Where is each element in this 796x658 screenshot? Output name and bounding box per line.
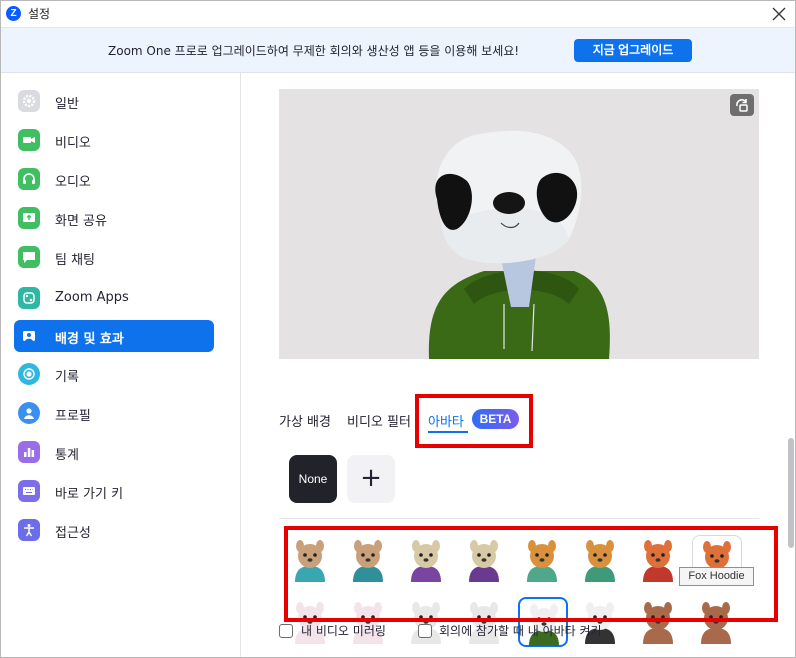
statistics-icon <box>18 441 40 463</box>
sidebar-item-label: 비디오 <box>55 136 91 151</box>
title-bar: Z 설정 <box>1 1 795 27</box>
mirror-video-label: 내 비디오 미러링 <box>301 624 386 638</box>
sidebar-item-audio[interactable]: 오디오 <box>14 163 214 195</box>
avatar-tooltip: Fox Hoodie <box>679 567 754 586</box>
section-divider <box>279 518 759 519</box>
rotate-camera-icon <box>736 99 748 112</box>
chat-icon <box>18 246 40 268</box>
avatar-options: 내 비디오 미러링 회의에 참가할 때 내 아바타 켜기 <box>279 622 639 640</box>
sidebar-item-label: 팀 채팅 <box>55 253 96 268</box>
scrollbar-thumb[interactable] <box>788 438 794 548</box>
sidebar-item-video[interactable]: 비디오 <box>14 124 214 156</box>
window-title: 설정 <box>28 7 51 21</box>
gear-icon <box>18 90 40 112</box>
sidebar-item-statistics[interactable]: 통계 <box>14 436 214 468</box>
sidebar-item-team-chat[interactable]: 팀 채팅 <box>14 241 214 273</box>
avatar-tab-highlight <box>415 394 533 448</box>
video-camera-icon <box>18 129 40 151</box>
video-preview <box>279 89 759 359</box>
rotate-camera-button[interactable] <box>730 94 754 116</box>
share-screen-icon <box>18 207 40 229</box>
close-button[interactable] <box>769 4 789 24</box>
sidebar-item-label: 배경 및 효과 <box>55 332 124 347</box>
sidebar-item-label: 기록 <box>55 370 79 385</box>
tab-virtual-background[interactable]: 가상 배경 <box>279 411 331 430</box>
sidebar-item-label: 프로필 <box>55 409 91 424</box>
avatar-on-join-checkbox[interactable] <box>418 624 432 638</box>
accessibility-icon <box>18 519 40 541</box>
sidebar-item-label: 화면 공유 <box>55 214 107 229</box>
sidebar-item-background-effects[interactable]: 배경 및 효과 <box>14 320 214 352</box>
avatar-on-join-label: 회의에 참가할 때 내 아바타 켜기 <box>439 624 602 638</box>
apps-icon <box>18 287 40 309</box>
upgrade-banner-text: Zoom One 프로로 업그레이드하여 무제한 회의와 생산성 앱 등을 이용… <box>108 44 520 58</box>
sidebar-item-recording[interactable]: 기록 <box>14 358 214 390</box>
sidebar-item-label: 일반 <box>55 97 79 112</box>
sidebar-item-share-screen[interactable]: 화면 공유 <box>14 202 214 234</box>
sidebar-item-label: 바로 가기 키 <box>55 487 124 502</box>
upgrade-banner: Zoom One 프로로 업그레이드하여 무제한 회의와 생산성 앱 등을 이용… <box>1 27 795 73</box>
sidebar-item-profile[interactable]: 프로필 <box>14 397 214 429</box>
tab-video-filters[interactable]: 비디오 필터 <box>347 411 411 430</box>
zoom-logo-icon: Z <box>6 6 21 21</box>
close-icon <box>772 7 786 21</box>
sidebar-item-label: 오디오 <box>55 175 91 190</box>
settings-window: Z 설정 Zoom One 프로로 업그레이드하여 무제한 회의와 생산성 앱 … <box>0 0 796 658</box>
plus-icon: + <box>360 463 382 493</box>
headphones-icon <box>18 168 40 190</box>
keyboard-icon <box>18 480 40 502</box>
record-icon <box>18 363 40 385</box>
profile-icon <box>18 402 40 424</box>
sidebar-item-label: 접근성 <box>55 526 91 541</box>
sidebar-item-label: 통계 <box>55 448 79 463</box>
sidebar-item-label: Zoom Apps <box>55 290 129 305</box>
background-icon <box>18 325 40 347</box>
add-avatar-button[interactable]: + <box>347 455 395 503</box>
background-effects-panel: 가상 배경 비디오 필터 아바타 BETA None + Fox Hoodie … <box>242 73 795 657</box>
sidebar-item-accessibility[interactable]: 접근성 <box>14 514 214 546</box>
sidebar-item-general[interactable]: 일반 <box>14 85 214 117</box>
none-avatar-tile[interactable]: None <box>289 455 337 503</box>
upgrade-now-button[interactable]: 지금 업그레이드 <box>574 39 692 62</box>
sidebar-item-keyboard-shortcuts[interactable]: 바로 가기 키 <box>14 475 214 507</box>
sidebar-item-zoom-apps[interactable]: Zoom Apps <box>14 282 214 314</box>
panda-avatar-preview <box>428 130 610 359</box>
mirror-video-checkbox[interactable] <box>279 624 293 638</box>
settings-sidebar: 일반 비디오 오디오 화면 공유 팀 채팅 Zoom Apps 배경 및 효과 … <box>1 73 241 657</box>
